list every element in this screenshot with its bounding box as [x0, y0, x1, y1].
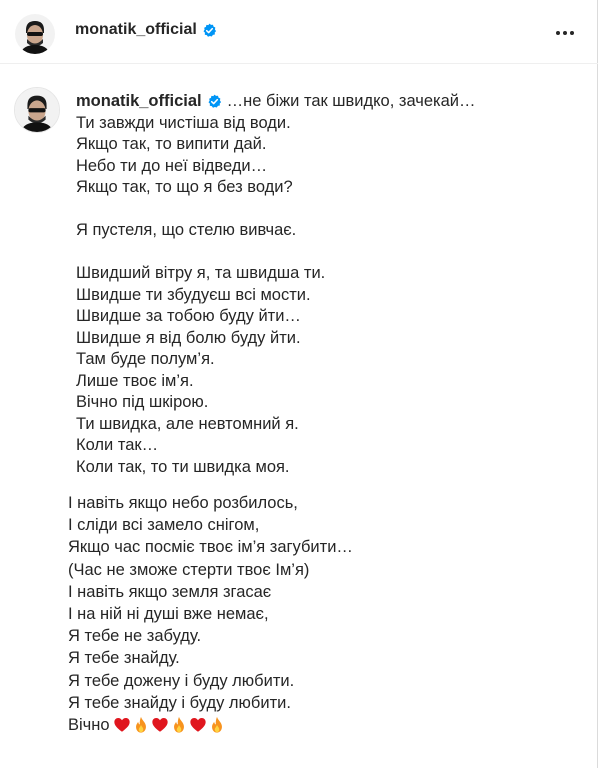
lyric-line: Я тебе не забуду. — [68, 627, 202, 646]
lyric-line: І сліди всі замело снігом, — [68, 516, 260, 535]
lyric-line: Якщо час посміє твоє ім’я загубити… — [68, 538, 353, 557]
lyric-line: Небо ти до неї відведи… — [76, 156, 268, 175]
more-options-icon — [556, 31, 560, 35]
flame-icon — [173, 716, 184, 733]
caption-intro-text: …не біжи так швидко, зачекай… — [226, 92, 476, 110]
header-username[interactable]: monatik_official — [75, 21, 197, 39]
lyric-line: Там буде полум’я. — [76, 350, 215, 368]
lyric-line: Ти швидка, але невтомний я. — [76, 414, 299, 433]
lyric-line: Швидше за тобою буду йти… — [76, 307, 301, 325]
lyric-line: Я тебе дожену і буду любити. — [68, 671, 295, 690]
final-line: Вічно — [68, 714, 588, 736]
lyric-line: Швидше ти збудуєш всі мости. — [76, 285, 311, 304]
flame-icon — [211, 716, 222, 733]
lyric-line: Коли так… — [76, 436, 159, 454]
lyric-line: Вічно під шкірою. — [76, 393, 209, 411]
lyric-line: Коли так, то ти швидка моя. — [76, 457, 290, 476]
caption-first-line: monatik_official …не біжи так швидко, за… — [76, 91, 586, 113]
lyric-line: І на ній ні душі вже немає, — [68, 604, 269, 623]
heart-icon — [189, 717, 206, 732]
verified-badge-icon — [208, 94, 221, 108]
more-options-button[interactable] — [553, 24, 577, 42]
avatar[interactable] — [15, 14, 55, 54]
heart-icon — [113, 717, 130, 732]
lyric-line: Я пустеля, що стелю вивчає. — [76, 221, 297, 239]
heart-icon — [151, 717, 168, 732]
header-username-row: monatik_official — [75, 21, 217, 39]
post-header: monatik_official — [0, 0, 598, 64]
avatar-icon — [15, 14, 55, 54]
lyric-line: Швидше я від болю буду йти. — [76, 328, 301, 347]
avatar-icon — [15, 88, 59, 132]
caption-chorus: І навіть якщо небо розбилось, І сліди вс… — [68, 492, 588, 736]
lyric-line: Якщо так, то що я без води? — [76, 178, 293, 196]
lyric-line: Лише твоє ім’я. — [76, 371, 194, 390]
final-word: Вічно — [68, 715, 110, 734]
verified-badge-icon — [203, 23, 216, 37]
lyric-line: Швидший вітру я, та швидша ти. — [76, 264, 326, 282]
post-caption: monatik_official …не біжи так швидко, за… — [76, 91, 586, 478]
lyric-line: Якщо так, то випити дай. — [76, 135, 267, 153]
lyric-line: Ти завжди чистіша від води. — [76, 113, 291, 132]
lyric-line: Я тебе знайду. — [68, 649, 180, 668]
lyric-line: Я тебе знайду і буду любити. — [68, 693, 291, 712]
lyric-line: (Час не зможе стерти твоє Ім’я) — [68, 560, 310, 579]
flame-icon — [135, 716, 146, 733]
caption-username[interactable]: monatik_official — [76, 91, 202, 113]
lyric-line: І навіть якщо небо розбилось, — [68, 494, 298, 512]
caption-avatar[interactable] — [14, 87, 60, 133]
lyric-line: І навіть якщо земля згасає — [68, 582, 272, 601]
emoji-sequence — [113, 716, 226, 734]
